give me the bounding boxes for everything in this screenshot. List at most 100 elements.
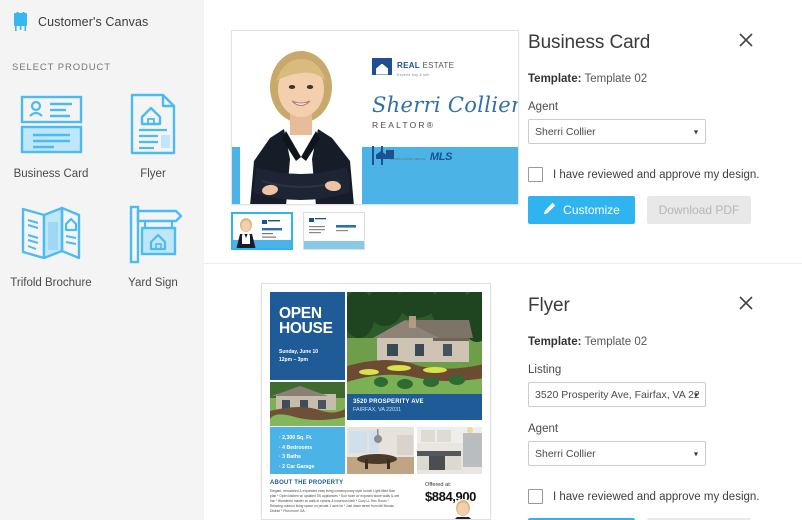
sidebar-item-yard-sign[interactable]: Yard Sign xyxy=(102,196,204,289)
app-root: Customer's Canvas SELECT PRODUCT Busines… xyxy=(0,0,802,520)
property-features: · 2,300 Sq. Ft. · 4 Bedrooms · 3 Baths ·… xyxy=(270,427,345,474)
main-content: Demo Product. Created in Customer's Canv… xyxy=(204,0,802,520)
agent-select[interactable]: Sherri Collier ▾ xyxy=(528,441,706,466)
realtor-icon xyxy=(381,146,383,165)
agent-select[interactable]: Sherri Collier ▾ xyxy=(528,119,706,144)
about-property-section: ABOUT THE PROPERTY Elegant, remodeled & … xyxy=(270,480,400,514)
card-agent-name: Sherri Collier xyxy=(372,93,519,117)
business-card-preview[interactable]: Demo Product. Created in Customer's Canv… xyxy=(231,30,519,205)
template-row: Template: Template 02 xyxy=(528,336,802,348)
select-product-label: SELECT PRODUCT xyxy=(12,62,111,73)
dining-room-photo xyxy=(347,427,414,474)
template-value: Template 02 xyxy=(584,336,648,348)
approve-design-label: I have reviewed and approve my design. xyxy=(553,168,760,181)
business-card-front[interactable]: Demo Product. Created in Customer's Canv… xyxy=(231,30,519,205)
sidebar-item-label: Flyer xyxy=(140,168,166,180)
approve-design-checkbox[interactable] xyxy=(528,167,543,182)
flyer-form: Flyer Template: Template 02 Listing 3520 xyxy=(522,263,802,520)
feature-item: · 2,300 Sq. Ft. xyxy=(279,435,313,441)
approve-design-row: I have reviewed and approve my design. xyxy=(528,489,802,504)
listing-select[interactable]: 3520 Prosperity Ave, Fairfax, VA 22031 ▾ xyxy=(528,382,706,407)
feature-item: · 3 Baths xyxy=(279,454,301,460)
sidebar-item-label: Business Card xyxy=(13,168,89,180)
open-house-date: Sunday, June 10 12pm – 3pm xyxy=(279,348,337,364)
chevron-down-icon: ▾ xyxy=(693,390,698,399)
logo-text: REAL ESTATE xyxy=(397,61,455,70)
feature-item: · 2 Car Garage xyxy=(279,463,315,470)
date-line: Sunday, June 10 xyxy=(279,349,319,355)
address-line-1: 3520 PROSPERITY AVE xyxy=(353,399,424,405)
sidebar-item-trifold-brochure[interactable]: Trifold Brochure xyxy=(0,196,102,289)
brand: Customer's Canvas xyxy=(0,0,204,32)
agent-field-label: Agent xyxy=(528,423,559,435)
flyer-preview-column: OPEN HOUSE Sunday, June 10 12pm – 3pm 35… xyxy=(204,263,522,520)
house-logo-icon xyxy=(372,57,392,75)
sidebar-item-business-card[interactable]: Business Card xyxy=(0,87,102,180)
template-value: Template 02 xyxy=(584,73,648,85)
card-side-thumbnails xyxy=(231,212,365,250)
customize-button-label: Customize xyxy=(563,203,620,217)
mls-logo: MULTIPLE LISTING SERVICE MLS xyxy=(390,151,453,163)
flyer-document[interactable]: OPEN HOUSE Sunday, June 10 12pm – 3pm 35… xyxy=(261,283,491,520)
download-pdf-button[interactable]: Download PDF xyxy=(647,196,751,224)
approve-design-row: I have reviewed and approve my design. xyxy=(528,167,802,182)
chevron-down-icon: ▾ xyxy=(693,127,698,136)
approve-design-checkbox[interactable] xyxy=(528,489,543,504)
page-title: Flyer xyxy=(528,295,570,316)
card-badges: MULTIPLE LISTING SERVICE MLS xyxy=(372,146,512,165)
agent-select-value: Sherri Collier xyxy=(535,125,596,138)
front-thumbnail[interactable] xyxy=(231,212,293,250)
flyer-panel: OPEN HOUSE Sunday, June 10 12pm – 3pm 35… xyxy=(204,263,802,520)
business-card-form: Business Card Template: Template 02 Agen… xyxy=(522,0,802,263)
flyer-address-band: 3520 PROSPERITY AVE FAIRFAX, VA 22031 xyxy=(347,394,482,420)
headline-line-2: HOUSE xyxy=(279,320,333,337)
yard-sign-icon xyxy=(111,200,195,266)
customize-button[interactable]: Customize xyxy=(528,196,635,224)
kitchen-photo xyxy=(417,427,482,474)
close-icon[interactable] xyxy=(737,31,755,49)
product-grid: Business Card Flyer Trifold Brochure Yar… xyxy=(0,87,204,289)
agent-photo xyxy=(240,39,362,204)
sidebar-item-label: Trifold Brochure xyxy=(10,277,92,289)
time-line: 12pm – 3pm xyxy=(279,357,308,363)
approve-design-label: I have reviewed and approve my design. xyxy=(553,490,760,503)
close-icon[interactable] xyxy=(737,294,755,312)
flyer-preview[interactable]: OPEN HOUSE Sunday, June 10 12pm – 3pm 35… xyxy=(261,283,491,520)
business-card-preview-column: Demo Product. Created in Customer's Canv… xyxy=(204,0,522,263)
open-house-banner: OPEN HOUSE Sunday, June 10 12pm – 3pm xyxy=(270,292,345,380)
secondary-house-photo xyxy=(270,382,345,426)
agent-select-value: Sherri Collier xyxy=(535,447,596,460)
action-buttons: Customize Download PDF xyxy=(528,196,802,224)
pencil-icon xyxy=(543,202,556,218)
logo-tagline: Experts buy & sell xyxy=(397,73,430,77)
price-label: Offered at: xyxy=(424,482,452,488)
card-info-block: REAL ESTATE Experts buy & sell Sherri Co… xyxy=(372,55,519,165)
agent-field-label: Agent xyxy=(528,101,559,113)
template-row: Template: Template 02 xyxy=(528,73,802,85)
template-label: Template: xyxy=(528,336,582,348)
headline-line-1: OPEN xyxy=(279,305,322,322)
sidebar: Customer's Canvas SELECT PRODUCT Busines… xyxy=(0,0,204,520)
brand-name: Customer's Canvas xyxy=(38,15,149,29)
card-agent-title: REALTOR® xyxy=(372,120,436,130)
card-footer-line-1: Demo Product. xyxy=(372,40,406,46)
easel-icon xyxy=(12,12,29,32)
sidebar-item-label: Yard Sign xyxy=(128,277,178,289)
hero-house-photo xyxy=(347,292,482,404)
about-heading: ABOUT THE PROPERTY xyxy=(270,480,344,486)
agent-thumbnail-photo xyxy=(452,499,474,519)
download-pdf-button-label: Download PDF xyxy=(658,203,740,217)
open-house-headline: OPEN HOUSE xyxy=(279,305,337,337)
sidebar-item-flyer[interactable]: Flyer xyxy=(102,87,204,180)
equal-housing-icon xyxy=(372,146,374,165)
back-thumbnail[interactable] xyxy=(303,212,365,250)
chevron-down-icon: ▾ xyxy=(693,449,698,458)
page-title: Business Card xyxy=(528,32,651,53)
template-label: Template: xyxy=(528,73,582,85)
real-estate-logo: REAL ESTATE Experts buy & sell xyxy=(372,55,512,77)
listing-select-value: 3520 Prosperity Ave, Fairfax, VA 22031 xyxy=(535,388,699,401)
trifold-brochure-icon xyxy=(9,200,93,266)
listing-field-label: Listing xyxy=(528,364,562,376)
address-line-2: FAIRFAX, VA 22031 xyxy=(353,407,402,413)
business-card-icon xyxy=(9,91,93,157)
